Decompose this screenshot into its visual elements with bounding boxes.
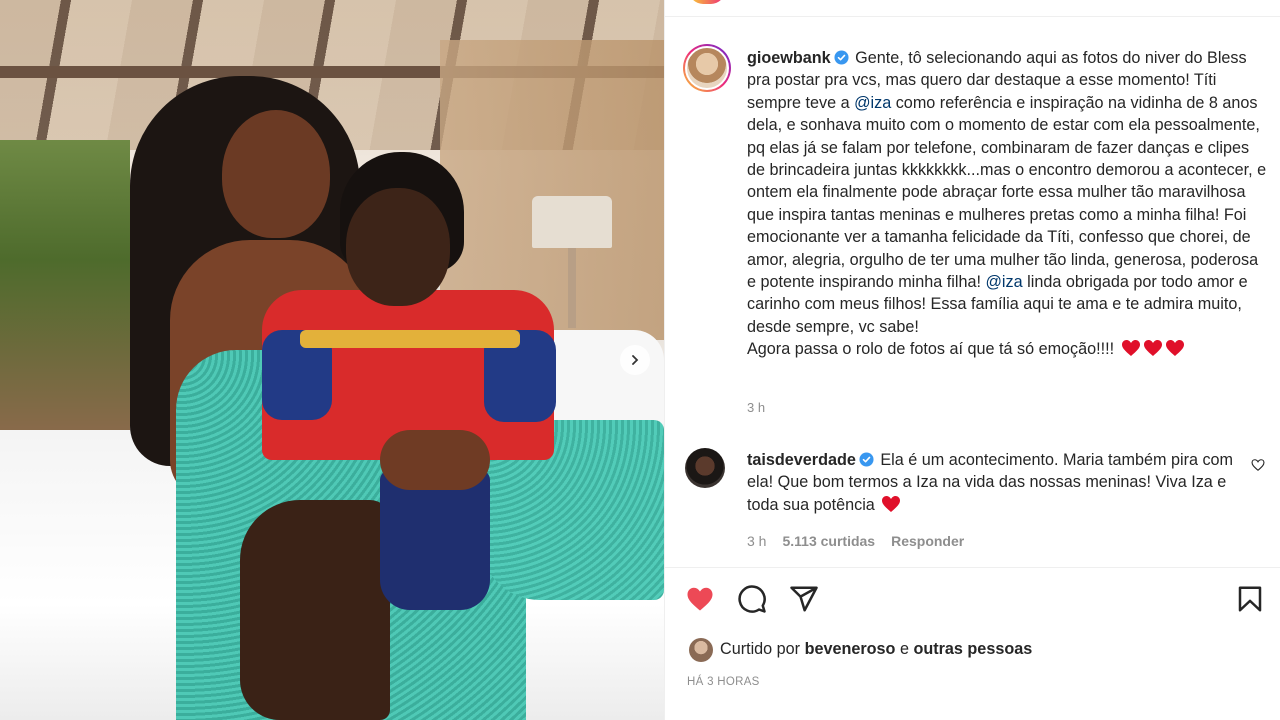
- comment-likes[interactable]: 5.113 curtidas: [782, 533, 875, 549]
- liker-avatar[interactable]: [689, 638, 713, 662]
- liked-by-and: e: [895, 640, 914, 658]
- heart-icon[interactable]: [685, 584, 715, 614]
- comment-like-heart-icon[interactable]: [1251, 458, 1265, 472]
- comment-timestamp[interactable]: 3 h: [747, 533, 766, 549]
- comment: taisdeverdade Ela é um acontecimento. Ma…: [747, 449, 1247, 516]
- verified-icon: [834, 50, 849, 65]
- heart-icon: [1121, 340, 1140, 357]
- liked-by: Curtido por beveneroso e outras pessoas: [720, 640, 1032, 659]
- divider: [665, 16, 1280, 17]
- share-icon[interactable]: [789, 584, 819, 614]
- post-details-panel: gioewbank Gente, tô selecionando aqui as…: [664, 0, 1280, 720]
- woman-face: [222, 110, 330, 238]
- caption-text-2: como referência e inspiração na vidinha …: [747, 93, 1267, 292]
- costume-gold-trim: [300, 330, 520, 348]
- heart-icon: [1165, 340, 1184, 357]
- heart-icon: [1143, 340, 1162, 357]
- heart-emojis: [1119, 340, 1185, 358]
- post-photo[interactable]: [0, 0, 664, 720]
- next-arrow-icon: [632, 355, 639, 365]
- woman-arm: [380, 430, 490, 490]
- lamp-shade: [532, 196, 612, 248]
- commenter-avatar[interactable]: [685, 448, 725, 488]
- heart-emoji: [879, 495, 901, 514]
- background-garden: [0, 140, 130, 440]
- author-avatar[interactable]: [683, 44, 731, 92]
- comment-meta: 3 h 5.113 curtidas Responder: [747, 533, 964, 549]
- liked-by-prefix: Curtido por: [720, 640, 805, 658]
- liker-username[interactable]: beveneroso: [805, 640, 896, 658]
- commenter-username[interactable]: taisdeverdade: [747, 451, 856, 469]
- mention-link[interactable]: @iza: [985, 273, 1022, 291]
- caption-text-4: Agora passa o rolo de fotos aí que tá só…: [747, 340, 1119, 359]
- girl-face: [346, 188, 450, 306]
- next-photo-button[interactable]: [620, 345, 650, 375]
- reply-button[interactable]: Responder: [891, 533, 964, 549]
- author-username[interactable]: gioewbank: [747, 49, 831, 67]
- bookmark-icon[interactable]: [1235, 584, 1265, 614]
- action-bar: [685, 584, 819, 614]
- mention-link[interactable]: @iza: [854, 94, 891, 112]
- lamp-stand: [568, 248, 576, 328]
- caption-timestamp[interactable]: 3 h: [747, 400, 765, 415]
- girl-shorts: [380, 470, 490, 610]
- header-avatar-partial[interactable]: [689, 0, 725, 4]
- heart-icon: [882, 495, 901, 512]
- post-caption: gioewbank Gente, tô selecionando aqui as…: [747, 47, 1267, 361]
- comment-icon[interactable]: [737, 584, 767, 614]
- post-age[interactable]: HÁ 3 HORAS: [687, 676, 760, 688]
- girl-leg: [240, 500, 390, 720]
- divider: [665, 567, 1280, 568]
- other-likers-link[interactable]: outras pessoas: [913, 640, 1032, 658]
- caption-line-1: Gente, tô selecionando aqui as fotos do …: [855, 49, 1203, 67]
- verified-icon: [859, 452, 874, 467]
